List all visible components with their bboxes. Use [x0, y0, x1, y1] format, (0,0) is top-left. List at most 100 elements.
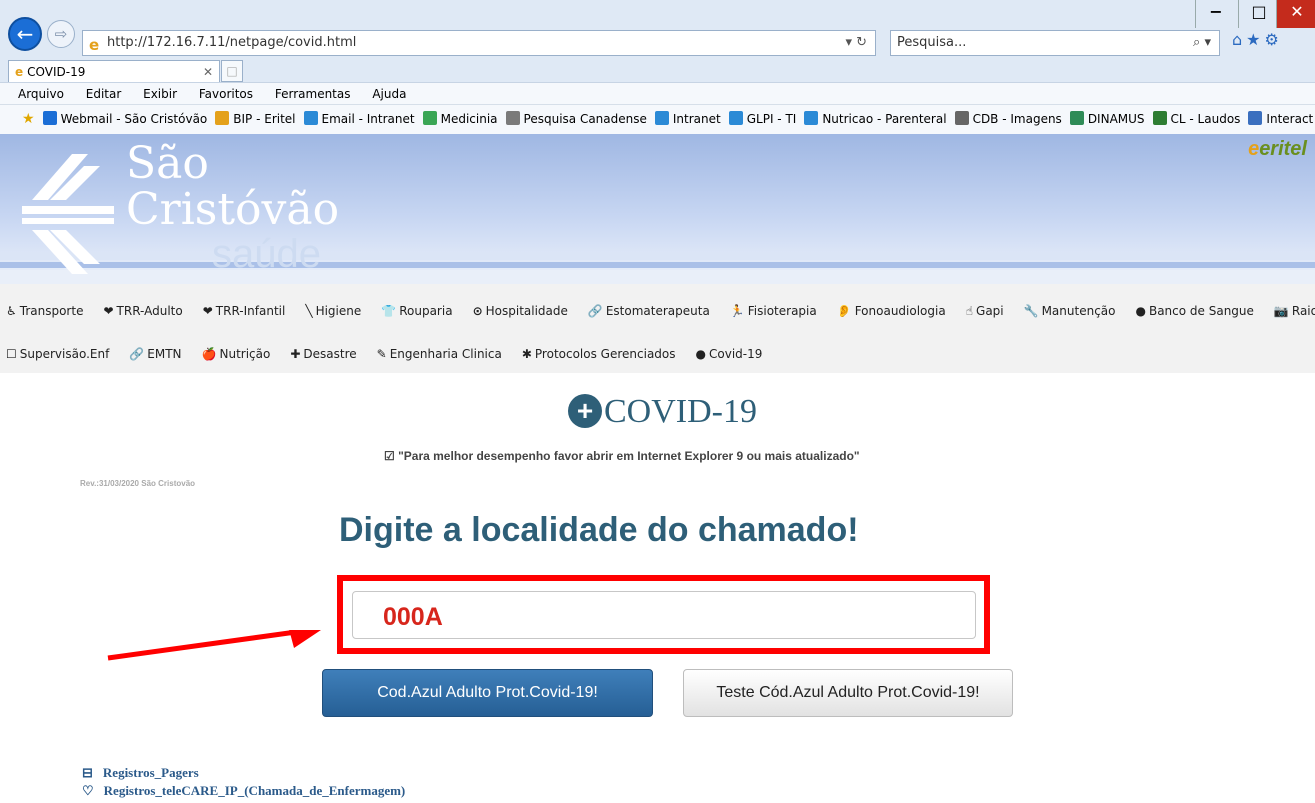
link-label[interactable]: Registros_teleCARE_IP_(Chamada_de_Enferm…	[104, 783, 406, 798]
menu-ajuda[interactable]: Ajuda	[372, 87, 406, 101]
link-registros-pagers[interactable]: ⊟ Registros_Pagers	[82, 765, 199, 781]
menu-ferramentas[interactable]: Ferramentas	[275, 87, 351, 101]
nav-item-label[interactable]: Transporte	[20, 304, 84, 318]
nav-item-label[interactable]: Estomaterapeuta	[606, 304, 710, 318]
favorite-link[interactable]: Medicinia	[422, 111, 498, 126]
nav-item[interactable]: ☐ Supervisão.Enf	[6, 347, 109, 361]
nav-item-label[interactable]: EMTN	[147, 347, 181, 361]
link-registros-telecare[interactable]: ♡ Registros_teleCARE_IP_(Chamada_de_Enfer…	[82, 783, 405, 799]
nav-item[interactable]: ⊙ Hospitalidade	[473, 304, 568, 318]
favorite-link[interactable]: Intranet	[654, 111, 721, 126]
nav-item[interactable]: ♿ Transporte	[6, 304, 83, 318]
back-button[interactable]: ←	[8, 17, 42, 51]
search-icon[interactable]: ⌕ ▾	[1193, 31, 1211, 55]
favorite-link[interactable]: CDB - Imagens	[954, 111, 1062, 126]
favorite-link[interactable]: CL - Laudos	[1152, 111, 1241, 126]
favorite-label[interactable]: Interact	[1266, 112, 1313, 126]
browser-chrome: ← ⇨ e http://172.16.7.11/netpage/covid.h…	[0, 0, 1315, 134]
teste-cod-azul-button[interactable]: Teste Cód.Azul Adulto Prot.Covid-19!	[683, 669, 1013, 717]
nav-item[interactable]: ❤ TRR-Infantil	[203, 304, 286, 318]
search-input[interactable]: Pesquisa... ⌕ ▾	[890, 30, 1220, 56]
favorite-label[interactable]: DINAMUS	[1088, 112, 1145, 126]
tab-covid[interactable]: e COVID-19 ✕	[8, 60, 220, 83]
maximize-button[interactable]: □	[1238, 0, 1279, 28]
new-tab-button[interactable]: □	[221, 60, 243, 82]
nav-item[interactable]: 🔗 Estomaterapeuta	[588, 304, 710, 318]
nav-item[interactable]: ╲ Higiene	[305, 304, 361, 318]
nav-item[interactable]: ❤ TRR-Adulto	[103, 304, 182, 318]
nav-item-label[interactable]: Fisioterapia	[748, 304, 817, 318]
eritel-logo-text: eritel	[1259, 138, 1307, 160]
favorite-label[interactable]: CDB - Imagens	[973, 112, 1062, 126]
nav-item[interactable]: ● Covid-19	[696, 347, 763, 361]
nav-item-label[interactable]: Engenharia Clinica	[390, 347, 502, 361]
nav-item[interactable]: 🔧 Manutenção	[1024, 304, 1116, 318]
nav-item-label[interactable]: TRR-Infantil	[216, 304, 286, 318]
nav-item-label[interactable]: Covid-19	[709, 347, 762, 361]
nav-item-label[interactable]: TRR-Adulto	[117, 304, 183, 318]
favorite-link[interactable]: BIP - Eritel	[215, 111, 296, 126]
nav-item-label[interactable]: Rouparia	[399, 304, 452, 318]
nav-item-label[interactable]: Fonoaudiologia	[855, 304, 946, 318]
favorite-link[interactable]: Webmail - São Cristóvão	[42, 111, 208, 126]
favorite-label[interactable]: Pesquisa Canadense	[524, 112, 647, 126]
nav-item[interactable]: 📷Raio X	[1274, 304, 1315, 318]
favorite-label[interactable]: Webmail - São Cristóvão	[61, 112, 208, 126]
menu-arquivo[interactable]: Arquivo	[18, 87, 64, 101]
menu-exibir[interactable]: Exibir	[143, 87, 177, 101]
minimize-button[interactable]: −	[1195, 0, 1236, 28]
nav-item-label[interactable]: Supervisão.Enf	[20, 347, 110, 361]
favorite-icon	[1152, 111, 1167, 125]
nav-item-label[interactable]: Manutenção	[1042, 304, 1116, 318]
nav-item-label[interactable]: Nutrição	[219, 347, 270, 361]
favorite-icon	[215, 111, 230, 125]
nav-item[interactable]: ☝ Gapi	[966, 304, 1004, 318]
nav-item[interactable]: 👂 Fonoaudiologia	[837, 304, 946, 318]
favorite-link[interactable]: Pesquisa Canadense	[505, 111, 647, 126]
nav-item-label[interactable]: Protocolos Gerenciados	[535, 347, 676, 361]
search-placeholder: Pesquisa...	[897, 35, 967, 50]
favorite-label[interactable]: Nutricao - Parenteral	[822, 112, 946, 126]
nav-item-label[interactable]: Hospitalidade	[486, 304, 568, 318]
forward-button[interactable]: ⇨	[47, 20, 75, 48]
close-tab-icon[interactable]: ✕	[203, 61, 213, 83]
refresh-icon[interactable]: ▾ ↻	[845, 31, 867, 55]
favorite-label[interactable]: GLPI - TI	[747, 112, 797, 126]
favorite-label[interactable]: Medicinia	[441, 112, 498, 126]
menu-favoritos[interactable]: Favoritos	[199, 87, 253, 101]
link-label[interactable]: Registros_Pagers	[103, 765, 199, 780]
favorite-label[interactable]: CL - Laudos	[1171, 112, 1241, 126]
home-star-gear-icons[interactable]: ⌂★⚙	[1232, 30, 1283, 49]
nav-item-label[interactable]: Raio X	[1292, 304, 1315, 318]
menu-editar[interactable]: Editar	[86, 87, 122, 101]
nav-item[interactable]: ✱ Protocolos Gerenciados	[522, 347, 676, 361]
nav-item-icon: 🔗	[587, 304, 603, 318]
nav-item-label[interactable]: Desastre	[303, 347, 356, 361]
nav-item-label[interactable]: Higiene	[316, 304, 362, 318]
nav-item[interactable]: ● Banco de Sangue	[1135, 304, 1253, 318]
favorite-label[interactable]: Intranet	[673, 112, 721, 126]
favorite-link[interactable]: Interact	[1248, 111, 1313, 126]
favorite-label[interactable]: Email - Intranet	[322, 112, 415, 126]
address-bar[interactable]: e http://172.16.7.11/netpage/covid.html …	[82, 30, 876, 56]
favorite-link[interactable]: GLPI - TI	[728, 111, 797, 126]
heart-icon: ♡	[82, 783, 94, 798]
cod-azul-button[interactable]: Cod.Azul Adulto Prot.Covid-19!	[322, 669, 653, 717]
nav-item-icon: ✱	[521, 347, 532, 361]
favorite-link[interactable]: Email - Intranet	[303, 111, 415, 126]
nav-item[interactable]: 🍎 Nutrição	[202, 347, 271, 361]
browser-note-text: "Para melhor desempenho favor abrir em I…	[398, 449, 860, 463]
nav-item-label[interactable]: Banco de Sangue	[1149, 304, 1254, 318]
nav-item[interactable]: 🔗 EMTN	[129, 347, 181, 361]
close-button[interactable]: ✕	[1276, 0, 1315, 28]
nav-item[interactable]: ✚ Desastre	[290, 347, 356, 361]
favorite-link[interactable]: DINAMUS	[1069, 111, 1145, 126]
nav-item[interactable]: 🏃 Fisioterapia	[730, 304, 817, 318]
nav-item-label[interactable]: Gapi	[976, 304, 1004, 318]
nav-item[interactable]: ✎ Engenharia Clinica	[377, 347, 502, 361]
favorites-star-icon[interactable]: ★	[22, 111, 35, 127]
favorite-link[interactable]: Nutricao - Parenteral	[804, 111, 947, 126]
favorite-label[interactable]: BIP - Eritel	[233, 112, 295, 126]
location-input[interactable]: 000A	[352, 591, 976, 639]
nav-item[interactable]: 👕 Rouparia	[381, 304, 452, 318]
